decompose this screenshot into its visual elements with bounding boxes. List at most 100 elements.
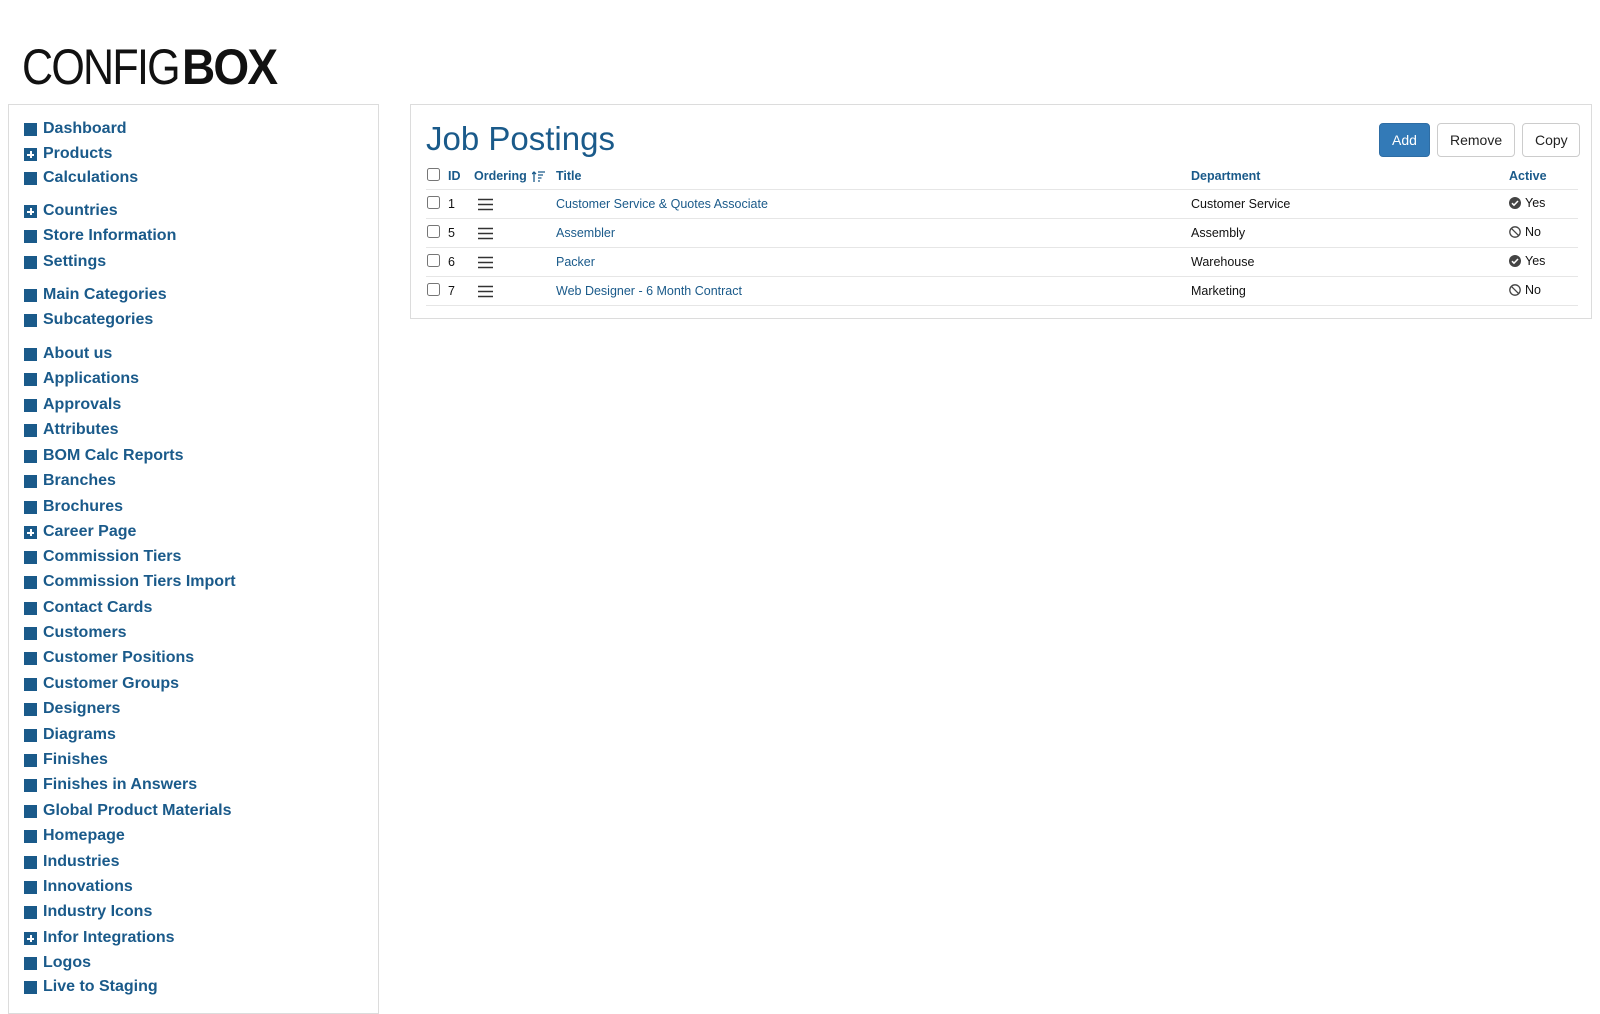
sidebar-item-industry-icons[interactable]: Industry Icons bbox=[24, 902, 152, 922]
row-title-link[interactable]: Packer bbox=[556, 255, 595, 269]
plus-square-icon[interactable] bbox=[24, 147, 37, 161]
sidebar-item-applications[interactable]: Applications bbox=[24, 369, 139, 389]
sidebar-item-customer-groups[interactable]: Customer Groups bbox=[24, 674, 179, 694]
sidebar-item-label: Diagrams bbox=[43, 726, 116, 743]
sidebar-item-main-categories[interactable]: Main Categories bbox=[24, 285, 167, 305]
active-status-toggle[interactable]: No bbox=[1509, 225, 1541, 239]
sidebar-item-label: Customer Positions bbox=[43, 649, 195, 666]
column-header-active[interactable]: Active bbox=[1509, 163, 1578, 190]
column-header-id[interactable]: ID bbox=[448, 163, 474, 190]
sidebar-item-label: Subcategories bbox=[43, 311, 154, 328]
sidebar-item-label: Products bbox=[43, 145, 113, 162]
row-checkbox[interactable] bbox=[427, 196, 440, 209]
plus-square-icon[interactable] bbox=[24, 525, 37, 539]
column-header-title-label: Title bbox=[556, 169, 582, 183]
row-ordering-cell bbox=[474, 218, 556, 248]
sidebar-item-approvals[interactable]: Approvals bbox=[24, 395, 121, 415]
active-status-toggle[interactable]: Yes bbox=[1509, 196, 1545, 210]
active-status-label: No bbox=[1525, 225, 1541, 239]
sidebar-item-contact-cards[interactable]: Contact Cards bbox=[24, 598, 152, 618]
column-header-department[interactable]: Department bbox=[1191, 163, 1509, 190]
row-checkbox[interactable] bbox=[427, 283, 440, 296]
sidebar-item-diagrams[interactable]: Diagrams bbox=[24, 725, 116, 745]
sidebar-item-label: Live to Staging bbox=[43, 978, 158, 995]
active-status-toggle[interactable]: No bbox=[1509, 283, 1541, 297]
sidebar-item-brochures[interactable]: Brochures bbox=[24, 497, 123, 517]
sidebar-item-live-to-staging[interactable]: Live to Staging bbox=[24, 977, 158, 997]
check-circle-icon bbox=[1509, 197, 1521, 209]
square-icon bbox=[24, 288, 37, 302]
sidebar-item-commission-tiers[interactable]: Commission Tiers bbox=[24, 547, 181, 567]
row-select-cell bbox=[426, 218, 448, 248]
row-department: Customer Service bbox=[1191, 189, 1509, 219]
sidebar-item-products[interactable]: Products bbox=[24, 144, 112, 164]
sidebar: Dashboard Products Calculations Countrie… bbox=[8, 104, 379, 1014]
sidebar-item-bom-calc-reports[interactable]: BOM Calc Reports bbox=[24, 446, 183, 466]
remove-button[interactable]: Remove bbox=[1437, 123, 1515, 157]
sidebar-item-about-us[interactable]: About us bbox=[24, 344, 112, 364]
drag-handle-icon[interactable] bbox=[478, 285, 493, 298]
sidebar-item-finishes-in-answers[interactable]: Finishes in Answers bbox=[24, 775, 197, 795]
row-ordering-cell bbox=[474, 276, 556, 306]
sidebar-item-customer-positions[interactable]: Customer Positions bbox=[24, 648, 194, 668]
sidebar-item-commission-tiers-import[interactable]: Commission Tiers Import bbox=[24, 572, 236, 592]
row-active-cell: Yes bbox=[1509, 247, 1578, 277]
table-row: 7 Web Designer - 6 Month Contract Market… bbox=[426, 276, 1578, 306]
sidebar-item-calculations[interactable]: Calculations bbox=[24, 168, 138, 188]
sidebar-item-label: About us bbox=[43, 345, 113, 362]
sidebar-item-innovations[interactable]: Innovations bbox=[24, 877, 133, 897]
configbox-logo: CONFIGBOX bbox=[22, 42, 285, 92]
column-header-title[interactable]: Title bbox=[556, 163, 1191, 190]
sidebar-item-homepage[interactable]: Homepage bbox=[24, 826, 125, 846]
sidebar-item-label: Brochures bbox=[43, 498, 124, 515]
sidebar-item-finishes[interactable]: Finishes bbox=[24, 750, 108, 770]
row-active-cell: Yes bbox=[1509, 189, 1578, 219]
sidebar-item-label: Applications bbox=[43, 370, 140, 387]
table-row: 1 Customer Service & Quotes Associate Cu… bbox=[426, 189, 1578, 219]
row-department: Assembly bbox=[1191, 218, 1509, 248]
row-checkbox[interactable] bbox=[427, 225, 440, 238]
select-all-checkbox[interactable] bbox=[427, 168, 440, 181]
ban-circle-icon bbox=[1509, 226, 1521, 238]
drag-handle-icon[interactable] bbox=[478, 198, 493, 211]
sidebar-item-store-information[interactable]: Store Information bbox=[24, 226, 176, 246]
row-checkbox[interactable] bbox=[427, 254, 440, 267]
logo-text-light: CONFIG bbox=[22, 39, 181, 95]
row-select-cell bbox=[426, 276, 448, 306]
sidebar-item-label: Homepage bbox=[43, 827, 125, 844]
sidebar-item-global-product-materials[interactable]: Global Product Materials bbox=[24, 801, 231, 821]
sidebar-item-settings[interactable]: Settings bbox=[24, 252, 106, 272]
copy-button[interactable]: Copy bbox=[1522, 123, 1580, 157]
sidebar-item-label: BOM Calc Reports bbox=[43, 447, 184, 464]
row-id: 1 bbox=[448, 189, 474, 219]
sidebar-item-branches[interactable]: Branches bbox=[24, 471, 116, 491]
row-title-link[interactable]: Assembler bbox=[556, 226, 615, 240]
row-ordering-cell bbox=[474, 189, 556, 219]
sidebar-item-attributes[interactable]: Attributes bbox=[24, 420, 119, 440]
square-icon bbox=[24, 880, 37, 894]
drag-handle-icon[interactable] bbox=[478, 256, 493, 269]
row-title-link[interactable]: Customer Service & Quotes Associate bbox=[556, 197, 768, 211]
sidebar-item-countries[interactable]: Countries bbox=[24, 201, 118, 221]
row-title-cell: Packer bbox=[556, 247, 1191, 277]
sidebar-item-dashboard[interactable]: Dashboard bbox=[24, 119, 127, 139]
sidebar-item-logos[interactable]: Logos bbox=[24, 953, 91, 973]
plus-square-icon[interactable] bbox=[24, 204, 37, 218]
sidebar-item-customers[interactable]: Customers bbox=[24, 623, 127, 643]
active-status-toggle[interactable]: Yes bbox=[1509, 254, 1545, 268]
plus-square-icon[interactable] bbox=[24, 931, 37, 945]
ban-circle-icon bbox=[1509, 284, 1521, 296]
sidebar-item-career-page[interactable]: Career Page bbox=[24, 522, 136, 542]
column-header-active-label: Active bbox=[1509, 169, 1547, 183]
sidebar-item-subcategories[interactable]: Subcategories bbox=[24, 310, 153, 330]
sidebar-item-industries[interactable]: Industries bbox=[24, 852, 119, 872]
square-icon bbox=[24, 372, 37, 386]
sidebar-item-designers[interactable]: Designers bbox=[24, 699, 120, 719]
sidebar-item-label: Infor Integrations bbox=[43, 929, 175, 946]
sidebar-item-infor-integrations[interactable]: Infor Integrations bbox=[24, 928, 175, 948]
column-header-ordering[interactable]: Ordering bbox=[474, 163, 556, 190]
add-button[interactable]: Add bbox=[1379, 123, 1430, 157]
drag-handle-icon[interactable] bbox=[478, 227, 493, 240]
row-title-link[interactable]: Web Designer - 6 Month Contract bbox=[556, 284, 742, 298]
sidebar-item-label: Finishes bbox=[43, 751, 108, 768]
